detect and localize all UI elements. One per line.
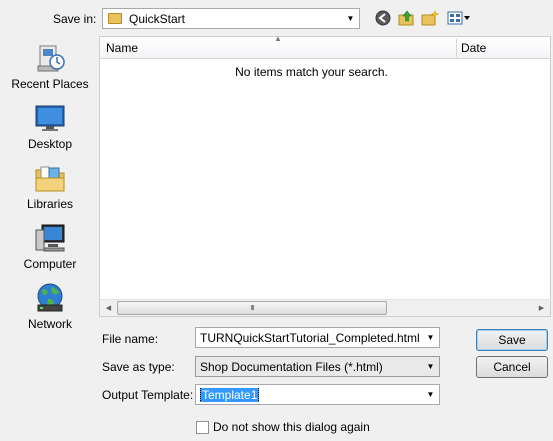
current-folder-text: QuickStart [129, 11, 186, 26]
libraries-icon [34, 162, 66, 194]
place-network[interactable]: Network [7, 282, 93, 331]
folder-icon [108, 13, 122, 24]
up-folder-icon[interactable] [397, 9, 417, 27]
dont-show-again-label: Do not show this dialog again [213, 420, 370, 434]
save-type-value: Shop Documentation Files (*.html) [200, 359, 383, 374]
cancel-button[interactable]: Cancel [476, 356, 548, 378]
file-list[interactable]: ▲ Name Date No items match your search. … [99, 34, 551, 317]
column-header-name[interactable]: Name [106, 41, 138, 55]
save-in-label: Save in: [53, 12, 97, 26]
place-label: Recent Places [11, 77, 89, 91]
chevron-down-icon[interactable]: ▼ [422, 357, 439, 376]
place-desktop[interactable]: Desktop [7, 102, 93, 151]
scroll-left-icon[interactable]: ◀ [100, 300, 117, 316]
file-name-label: File name: [102, 332, 159, 346]
output-template-combo[interactable]: Template1 ▼ [195, 384, 440, 405]
desktop-icon [34, 102, 66, 134]
sort-ascending-icon: ▲ [274, 34, 282, 43]
dont-show-again-checkbox[interactable] [196, 420, 209, 434]
save-button[interactable]: Save [476, 329, 548, 351]
place-label: Libraries [26, 197, 74, 211]
chevron-down-icon[interactable]: ▼ [422, 328, 439, 347]
scroll-thumb[interactable]: III [117, 301, 387, 315]
place-label: Network [27, 317, 72, 331]
empty-message: No items match your search. [235, 65, 388, 79]
view-menu-icon[interactable] [446, 9, 472, 27]
computer-icon [34, 222, 66, 254]
place-computer[interactable]: Computer [7, 222, 93, 271]
scroll-grip: III [250, 304, 255, 312]
save-in-combo[interactable]: QuickStart ▼ [102, 8, 360, 29]
file-name-combo[interactable]: TURNQuickStartTutorial_Completed.html ▼ [195, 327, 440, 348]
save-type-select[interactable]: Shop Documentation Files (*.html) ▼ [195, 356, 440, 377]
back-icon[interactable] [373, 9, 393, 27]
output-template-label: Output Template: [102, 388, 194, 402]
recent-places-icon [34, 42, 66, 74]
place-label: Computer [23, 257, 77, 271]
network-icon [34, 282, 66, 314]
place-label: Desktop [27, 137, 73, 151]
column-divider[interactable] [456, 39, 457, 57]
output-template-value[interactable]: Template1 [200, 387, 260, 402]
chevron-down-icon[interactable]: ▼ [422, 385, 439, 404]
chevron-down-icon[interactable]: ▼ [342, 9, 359, 28]
dont-show-again-row[interactable]: Do not show this dialog again [196, 420, 370, 434]
scroll-right-icon[interactable]: ▶ [533, 300, 550, 316]
column-header-date[interactable]: Date [461, 41, 486, 55]
horizontal-scrollbar[interactable]: ◀ III ▶ [100, 299, 550, 316]
place-recent-places[interactable]: Recent Places [7, 42, 93, 91]
place-libraries[interactable]: Libraries [7, 162, 93, 211]
list-header: ▲ Name Date [100, 34, 550, 59]
new-folder-icon[interactable] [420, 9, 440, 27]
save-type-label: Save as type: [102, 360, 175, 374]
places-bar: Recent Places Desktop Libraries Computer… [7, 36, 93, 367]
file-name-value[interactable]: TURNQuickStartTutorial_Completed.html [196, 331, 422, 345]
